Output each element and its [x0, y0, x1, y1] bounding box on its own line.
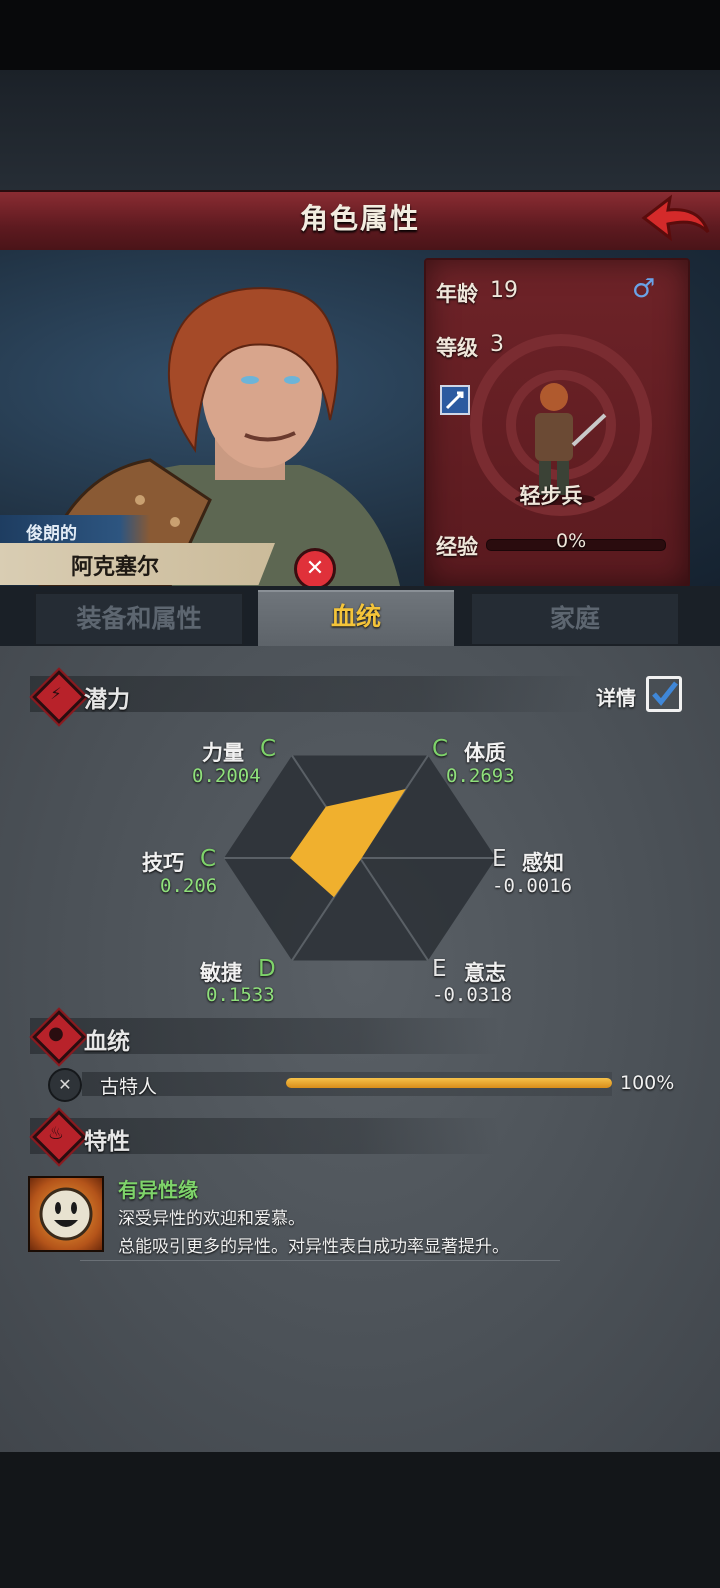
back-arrow-icon	[641, 194, 710, 242]
details-checkbox[interactable]	[646, 676, 682, 712]
bloodline-bar-fill	[286, 1078, 612, 1088]
back-button[interactable]	[640, 192, 712, 244]
potential-title: 潜力	[84, 687, 130, 713]
stat-skill-grade: C	[200, 846, 217, 872]
bloodline-bar	[286, 1078, 612, 1088]
stat-strength-value: 0.2004	[192, 765, 261, 787]
trait-name: 有异性缘	[118, 1178, 198, 1202]
header-backdrop	[0, 70, 720, 190]
trait-divider	[80, 1260, 560, 1261]
level-value: 3	[490, 332, 504, 357]
trait-icon-button[interactable]	[28, 1176, 104, 1252]
bloodline-percent: 100%	[620, 1072, 675, 1094]
male-gender-icon: ♂	[632, 274, 656, 304]
stat-constitution-name: 体质	[464, 741, 506, 765]
checkmark-icon	[652, 681, 678, 706]
tab-bloodline[interactable]: 血统	[258, 590, 454, 650]
smiley-face-icon	[39, 1187, 93, 1241]
stat-will-grade: E	[432, 956, 447, 982]
stat-strength-name: 力量	[202, 741, 244, 765]
status-bar-area	[0, 0, 720, 70]
stat-strength-grade: C	[260, 736, 277, 762]
stat-constitution-grade: C	[432, 736, 449, 762]
close-icon: ✕	[305, 556, 325, 581]
exp-value: 0%	[556, 530, 587, 552]
stat-constitution-value: 0.2693	[446, 765, 515, 787]
class-name: 轻步兵	[519, 484, 583, 508]
fire-icon: ♨	[47, 1123, 65, 1144]
tab-equipment[interactable]: 装备和属性	[34, 592, 244, 646]
stat-will-value: -0.0318	[432, 984, 513, 1006]
page-title: 角色属性	[299, 202, 420, 235]
stat-perception-value: -0.0016	[492, 875, 573, 897]
stat-skill-value: 0.206	[160, 875, 218, 897]
bottom-area	[0, 1452, 720, 1588]
blood-drop-icon: ●	[48, 1023, 64, 1044]
level-label: 等级	[436, 336, 478, 360]
traits-title: 特性	[84, 1129, 130, 1155]
stat-agility-value: 0.1533	[206, 984, 275, 1006]
trait-description-2: 总能吸引更多的异性。对异性表白成功率显著提升。	[118, 1237, 509, 1257]
potential-icon: ⚡	[50, 684, 62, 703]
tab-family[interactable]: 家庭	[470, 592, 680, 646]
character-name: 阿克塞尔	[70, 555, 159, 580]
exp-label: 经验	[436, 535, 478, 559]
stat-skill-name: 技巧	[142, 851, 184, 875]
age-value: 19	[490, 278, 518, 303]
stat-agility-grade: D	[258, 956, 276, 982]
bloodline-title: 血统	[84, 1029, 130, 1055]
crossed-axes-icon: ✕	[48, 1068, 82, 1102]
bloodline-name: 古特人	[100, 1076, 158, 1098]
stat-agility-name: 敏捷	[200, 961, 242, 985]
stat-will-name: 意志	[464, 961, 506, 985]
details-label: 详情	[596, 686, 636, 710]
character-epithet: 俊朗的	[26, 524, 77, 544]
dismiss-button[interactable]: ✕	[294, 548, 336, 590]
stat-perception-grade: E	[492, 846, 507, 872]
stat-perception-name: 感知	[522, 851, 564, 875]
trait-description-1: 深受异性的欢迎和爱慕。	[118, 1209, 305, 1229]
weapon-type-icon[interactable]	[440, 385, 470, 415]
age-label: 年龄	[436, 282, 478, 306]
